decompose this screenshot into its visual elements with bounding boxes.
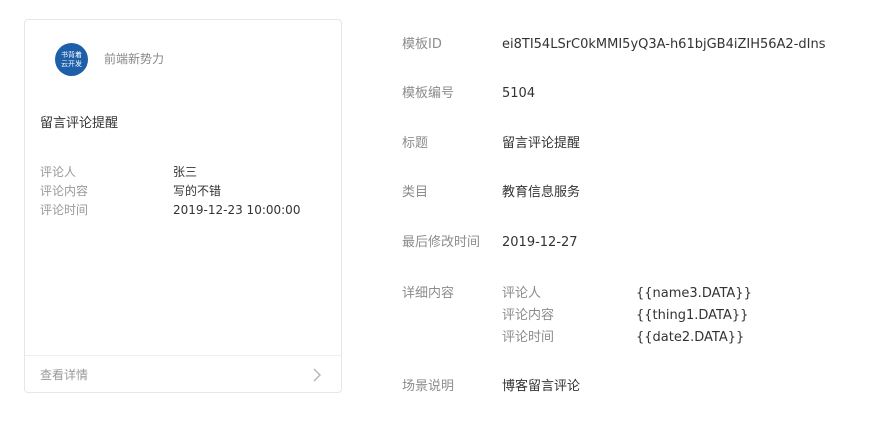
field-value: 2019-12-23 10:00:00 xyxy=(173,203,301,217)
account-avatar: 书背着 云开发 xyxy=(55,43,88,76)
field-value: 写的不错 xyxy=(173,184,222,198)
category-value: 教育信息服务 xyxy=(502,185,581,200)
avatar-text-line2: 云开发 xyxy=(61,59,82,68)
detail-key: 评论人 xyxy=(502,286,542,301)
template-number-value: 5104 xyxy=(502,86,536,101)
template-number-row: 模板编号 5104 xyxy=(402,83,535,105)
detail-content-list: 评论人 {{name3.DATA}} 评论内容 {{thing1.DATA}} … xyxy=(502,283,752,349)
last-modified-row: 最后修改时间 2019-12-27 xyxy=(402,232,578,254)
detail-placeholder: {{thing1.DATA}} xyxy=(636,308,749,323)
detail-content-label: 详细内容 xyxy=(402,286,455,301)
last-modified-label: 最后修改时间 xyxy=(402,235,481,250)
message-field-row: 评论内容 写的不错 xyxy=(40,182,330,201)
title-value: 留言评论提醒 xyxy=(502,136,581,151)
last-modified-value: 2019-12-27 xyxy=(502,235,578,250)
detail-item: 评论内容 {{thing1.DATA}} xyxy=(502,305,752,327)
detail-key: 评论内容 xyxy=(502,308,555,323)
detail-content-row: 详细内容 评论人 {{name3.DATA}} 评论内容 {{thing1.DA… xyxy=(402,283,752,349)
template-detail-page: 书背着 云开发 前端新势力 留言评论提醒 评论人 张三 评论内容 写的不错 评论… xyxy=(0,0,887,421)
chevron-right-icon xyxy=(313,368,321,382)
title-row: 标题 留言评论提醒 xyxy=(402,133,580,155)
category-label: 类目 xyxy=(402,185,429,200)
avatar-text-line1: 书背着 xyxy=(61,50,82,59)
detail-item: 评论人 {{name3.DATA}} xyxy=(502,283,752,305)
scenario-label: 场景说明 xyxy=(402,379,455,394)
template-id-row: 模板ID ei8TI54LSrC0kMMI5yQ3A-h61bjGB4iZIH5… xyxy=(402,34,825,56)
message-preview-card: 书背着 云开发 前端新势力 留言评论提醒 评论人 张三 评论内容 写的不错 评论… xyxy=(24,19,342,393)
detail-placeholder: {{date2.DATA}} xyxy=(636,330,745,345)
field-label: 评论人 xyxy=(40,165,77,179)
template-id-label: 模板ID xyxy=(402,37,442,52)
detail-item: 评论时间 {{date2.DATA}} xyxy=(502,327,752,349)
template-id-value: ei8TI54LSrC0kMMI5yQ3A-h61bjGB4iZIH56A2-d… xyxy=(502,37,826,52)
view-details-row[interactable]: 查看详情 xyxy=(25,356,341,393)
account-name: 前端新势力 xyxy=(104,52,165,66)
message-title: 留言评论提醒 xyxy=(40,116,119,131)
field-value: 张三 xyxy=(173,165,198,179)
detail-key: 评论时间 xyxy=(502,330,555,345)
category-row: 类目 教育信息服务 xyxy=(402,182,580,204)
message-field-row: 评论时间 2019-12-23 10:00:00 xyxy=(40,201,330,220)
field-label: 评论内容 xyxy=(40,184,89,198)
scenario-value: 博客留言评论 xyxy=(502,379,581,394)
detail-placeholder: {{name3.DATA}} xyxy=(636,286,752,301)
message-field-row: 评论人 张三 xyxy=(40,163,330,182)
scenario-row: 场景说明 博客留言评论 xyxy=(402,376,580,398)
view-details-link[interactable]: 查看详情 xyxy=(40,366,88,383)
template-number-label: 模板编号 xyxy=(402,86,455,101)
message-fields: 评论人 张三 评论内容 写的不错 评论时间 2019-12-23 10:00:0… xyxy=(40,163,330,220)
field-label: 评论时间 xyxy=(40,203,89,217)
title-label: 标题 xyxy=(402,136,429,151)
